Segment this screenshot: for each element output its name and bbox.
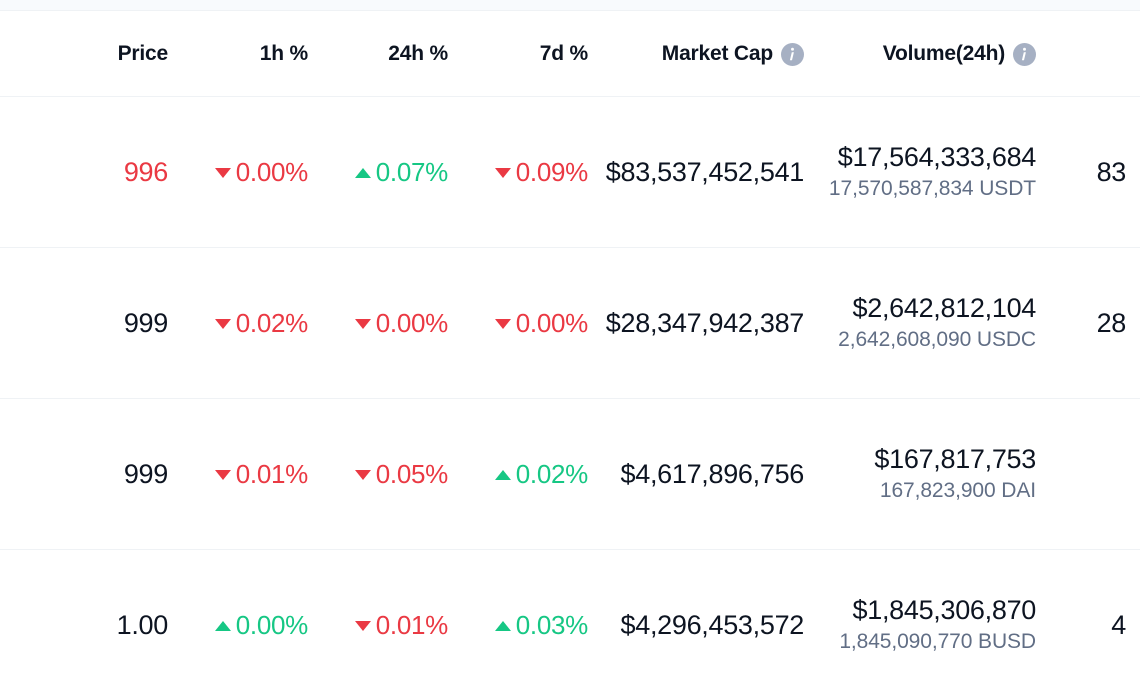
cell-market-cap: $4,296,453,572 [602, 550, 818, 700]
table-row[interactable]: 996 0.00% 0.07% 0.09% [0, 97, 1140, 248]
column-header-market-cap[interactable]: Market Cap [602, 12, 818, 97]
table-header: Price 1h % 24h % 7d % [0, 12, 1140, 97]
change-24h-value: 0.05% [376, 459, 448, 490]
caret-up-icon [355, 168, 371, 178]
cell-change-7d: 0.03% [462, 550, 602, 700]
cell-change-7d: 0.02% [462, 399, 602, 550]
cell-market-cap: $4,617,896,756 [602, 399, 818, 550]
column-header-7d-label: 7d % [540, 42, 588, 66]
crypto-table-screen: Price 1h % 24h % 7d % [0, 0, 1140, 694]
column-header-1h[interactable]: 1h % [182, 12, 322, 97]
volume-usd: $2,642,812,104 [853, 294, 1036, 323]
caret-up-icon [215, 621, 231, 631]
cell-volume-24h: $167,817,753 167,823,900 DAI [818, 399, 1050, 550]
cell-price: 1.00 [0, 550, 182, 700]
caret-down-icon [495, 319, 511, 329]
cell-change-24h: 0.07% [322, 97, 462, 248]
caret-down-icon [215, 168, 231, 178]
volume-native: 17,570,587,834 USDT [829, 178, 1036, 201]
volume-usd: $17,564,333,684 [838, 143, 1036, 172]
column-header-volume-24h-label: Volume(24h) [883, 42, 1005, 66]
table-body: 996 0.00% 0.07% 0.09% [0, 97, 1140, 700]
column-header-7d[interactable]: 7d % [462, 12, 602, 97]
info-icon[interactable] [781, 43, 804, 66]
change-24h-value: 0.01% [376, 610, 448, 641]
cell-change-24h: 0.00% [322, 248, 462, 399]
cell-circulating-supply: 28 [1050, 248, 1140, 399]
cell-price: 999 [0, 399, 182, 550]
change-7d-value: 0.03% [516, 610, 588, 641]
cell-change-1h: 0.01% [182, 399, 322, 550]
volume-usd: $167,817,753 [874, 445, 1036, 474]
cell-market-cap: $83,537,452,541 [602, 97, 818, 248]
cell-circulating-supply [1050, 399, 1140, 550]
caret-down-icon [355, 621, 371, 631]
volume-native: 1,845,090,770 BUSD [839, 631, 1036, 654]
table-row[interactable]: 1.00 0.00% 0.01% 0.03% [0, 550, 1140, 700]
volume-native: 167,823,900 DAI [880, 480, 1036, 503]
cell-price: 996 [0, 97, 182, 248]
caret-down-icon [495, 168, 511, 178]
caret-up-icon [495, 621, 511, 631]
cryptocurrency-price-table: Price 1h % 24h % 7d % [0, 12, 1140, 700]
cell-change-7d: 0.09% [462, 97, 602, 248]
column-header-price[interactable]: Price [0, 12, 182, 97]
cell-change-1h: 0.00% [182, 550, 322, 700]
change-1h-value: 0.00% [236, 157, 308, 188]
change-7d-value: 0.09% [516, 157, 588, 188]
cell-change-7d: 0.00% [462, 248, 602, 399]
caret-down-icon [355, 319, 371, 329]
table-top-strip [0, 0, 1140, 11]
caret-down-icon [355, 470, 371, 480]
cell-change-1h: 0.02% [182, 248, 322, 399]
table-row[interactable]: 999 0.01% 0.05% 0.02% [0, 399, 1140, 550]
column-header-24h[interactable]: 24h % [322, 12, 462, 97]
change-24h-value: 0.07% [376, 157, 448, 188]
column-header-volume-24h[interactable]: Volume(24h) [818, 12, 1050, 97]
volume-native: 2,642,608,090 USDC [838, 329, 1036, 352]
cell-market-cap: $28,347,942,387 [602, 248, 818, 399]
caret-down-icon [215, 470, 231, 480]
cell-circulating-supply: 4 [1050, 550, 1140, 700]
caret-up-icon [495, 470, 511, 480]
table-row[interactable]: 999 0.02% 0.00% 0.00% [0, 248, 1140, 399]
info-icon[interactable] [1013, 43, 1036, 66]
cell-change-1h: 0.00% [182, 97, 322, 248]
cell-circulating-supply: 83 [1050, 97, 1140, 248]
cell-change-24h: 0.05% [322, 399, 462, 550]
cell-price: 999 [0, 248, 182, 399]
column-header-market-cap-label: Market Cap [662, 42, 773, 66]
caret-down-icon [215, 319, 231, 329]
volume-usd: $1,845,306,870 [853, 596, 1036, 625]
column-header-1h-label: 1h % [260, 42, 308, 66]
column-header-price-label: Price [118, 42, 168, 66]
column-header-circulating-supply[interactable] [1050, 12, 1140, 97]
change-7d-value: 0.00% [516, 308, 588, 339]
change-1h-value: 0.02% [236, 308, 308, 339]
change-1h-value: 0.00% [236, 610, 308, 641]
cell-change-24h: 0.01% [322, 550, 462, 700]
change-7d-value: 0.02% [516, 459, 588, 490]
column-header-24h-label: 24h % [388, 42, 448, 66]
change-1h-value: 0.01% [236, 459, 308, 490]
table-header-row: Price 1h % 24h % 7d % [0, 12, 1140, 97]
cell-volume-24h: $2,642,812,104 2,642,608,090 USDC [818, 248, 1050, 399]
cell-volume-24h: $17,564,333,684 17,570,587,834 USDT [818, 97, 1050, 248]
cell-volume-24h: $1,845,306,870 1,845,090,770 BUSD [818, 550, 1050, 700]
change-24h-value: 0.00% [376, 308, 448, 339]
